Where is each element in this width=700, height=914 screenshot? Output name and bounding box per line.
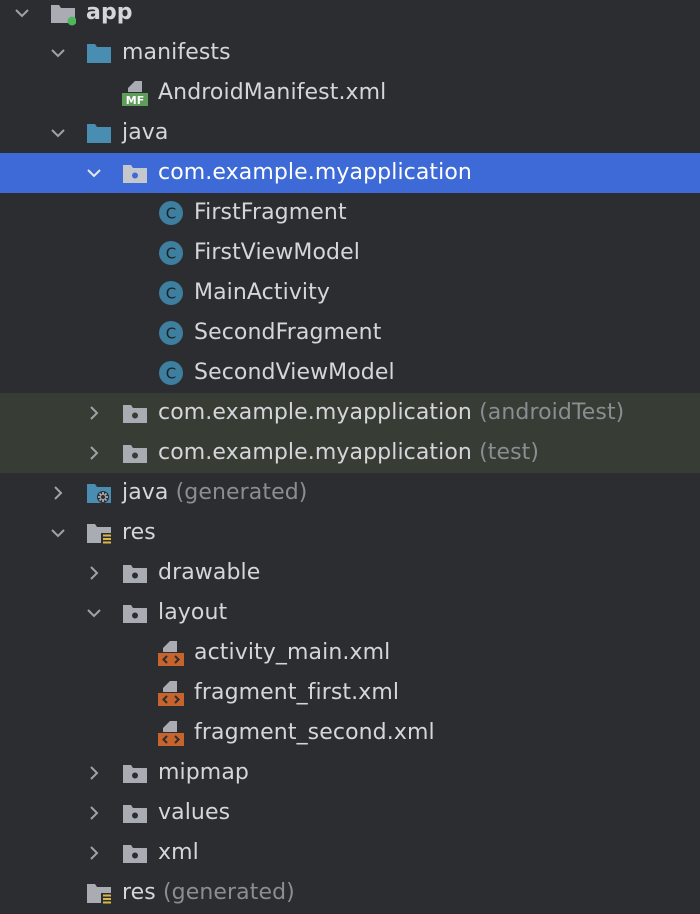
chevron-right-icon[interactable]: [46, 481, 70, 505]
layout-file-icon: [158, 680, 184, 706]
class-icon: C: [158, 200, 184, 226]
tree-row-fragment-first-xml[interactable]: fragment_first.xml: [0, 673, 700, 713]
tree-row-androidmanifest[interactable]: MF AndroidManifest.xml: [0, 73, 700, 113]
tree-row-values[interactable]: values: [0, 793, 700, 833]
tree-row-fragment-second-xml[interactable]: fragment_second.xml: [0, 713, 700, 753]
tree-row-secondviewmodel[interactable]: C SecondViewModel: [0, 353, 700, 393]
tree-label-suffix: (generated): [175, 480, 308, 505]
tree-row-java[interactable]: java: [0, 113, 700, 153]
tree-label: res (generated): [122, 880, 295, 905]
tree-label: manifests: [122, 40, 231, 65]
resource-folder-icon: [86, 520, 112, 546]
tree-label: drawable: [158, 560, 261, 585]
chevron-down-icon[interactable]: [46, 121, 70, 145]
module-folder-icon: [50, 0, 76, 26]
tree-label: values: [158, 800, 231, 825]
resource-folder-icon: [86, 880, 112, 906]
tree-row-xml[interactable]: xml: [0, 833, 700, 873]
svg-text:C: C: [166, 325, 176, 343]
tree-row-res[interactable]: res: [0, 513, 700, 553]
tree-row-layout[interactable]: layout: [0, 593, 700, 633]
tree-label: layout: [158, 600, 228, 625]
package-icon: [122, 440, 148, 466]
tree-label: fragment_first.xml: [194, 680, 400, 705]
tree-label: activity_main.xml: [194, 640, 391, 665]
tree-label: FirstFragment: [194, 200, 347, 225]
class-icon: C: [158, 280, 184, 306]
project-tree: app manifests MF AndroidManifest.xml jav: [0, 0, 700, 913]
layout-file-icon: [158, 640, 184, 666]
folder-icon: [122, 840, 148, 866]
svg-text:C: C: [166, 245, 176, 263]
tree-row-mipmap[interactable]: mipmap: [0, 753, 700, 793]
chevron-down-icon[interactable]: [10, 1, 34, 25]
chevron-down-icon[interactable]: [82, 161, 106, 185]
tree-label: AndroidManifest.xml: [158, 80, 387, 105]
layout-file-icon: [158, 720, 184, 746]
tree-row-package-androidtest[interactable]: com.example.myapplication (androidTest): [0, 393, 700, 433]
tree-row-firstfragment[interactable]: C FirstFragment: [0, 193, 700, 233]
tree-label: FirstViewModel: [194, 240, 360, 265]
tree-row-app[interactable]: app: [0, 0, 700, 33]
manifest-file-icon: MF: [122, 80, 148, 106]
folder-icon: [86, 40, 112, 66]
tree-label: fragment_second.xml: [194, 720, 435, 745]
tree-label: SecondFragment: [194, 320, 382, 345]
tree-label: com.example.myapplication (test): [158, 440, 540, 465]
svg-text:MF: MF: [126, 94, 144, 106]
tree-label: xml: [158, 840, 199, 865]
tree-row-activity-main-xml[interactable]: activity_main.xml: [0, 633, 700, 673]
tree-row-package-test[interactable]: com.example.myapplication (test): [0, 433, 700, 473]
folder-icon: [122, 800, 148, 826]
chevron-down-icon[interactable]: [82, 601, 106, 625]
chevron-down-icon[interactable]: [46, 521, 70, 545]
folder-icon: [122, 600, 148, 626]
folder-icon: [122, 560, 148, 586]
class-icon: C: [158, 360, 184, 386]
tree-label: app: [86, 0, 133, 25]
package-icon: [122, 160, 148, 186]
tree-label: MainActivity: [194, 280, 330, 305]
tree-row-mainactivity[interactable]: C MainActivity: [0, 273, 700, 313]
tree-label: com.example.myapplication: [158, 160, 472, 185]
chevron-right-icon[interactable]: [82, 561, 106, 585]
svg-text:C: C: [166, 285, 176, 303]
package-icon: [122, 400, 148, 426]
chevron-right-icon[interactable]: [82, 801, 106, 825]
chevron-right-icon[interactable]: [82, 761, 106, 785]
tree-label: mipmap: [158, 760, 249, 785]
class-icon: C: [158, 240, 184, 266]
folder-icon: [86, 120, 112, 146]
tree-row-manifests[interactable]: manifests: [0, 33, 700, 73]
generated-folder-icon: [86, 480, 112, 506]
chevron-down-icon[interactable]: [46, 41, 70, 65]
tree-label-suffix: (test): [479, 440, 540, 465]
svg-text:C: C: [166, 365, 176, 383]
tree-row-firstviewmodel[interactable]: C FirstViewModel: [0, 233, 700, 273]
tree-label: java (generated): [122, 480, 308, 505]
tree-label: SecondViewModel: [194, 360, 395, 385]
tree-row-secondfragment[interactable]: C SecondFragment: [0, 313, 700, 353]
tree-label-suffix: (generated): [162, 880, 295, 905]
tree-label: com.example.myapplication (androidTest): [158, 400, 625, 425]
tree-row-package-main[interactable]: com.example.myapplication: [0, 153, 700, 193]
tree-label: java: [122, 120, 169, 145]
chevron-right-icon[interactable]: [82, 401, 106, 425]
tree-label: res: [122, 520, 156, 545]
tree-label-suffix: (androidTest): [479, 400, 625, 425]
svg-text:C: C: [166, 205, 176, 223]
tree-row-java-generated[interactable]: java (generated): [0, 473, 700, 513]
chevron-right-icon[interactable]: [82, 441, 106, 465]
class-icon: C: [158, 320, 184, 346]
folder-icon: [122, 760, 148, 786]
tree-row-res-generated[interactable]: res (generated): [0, 873, 700, 913]
chevron-right-icon[interactable]: [82, 841, 106, 865]
tree-row-drawable[interactable]: drawable: [0, 553, 700, 593]
